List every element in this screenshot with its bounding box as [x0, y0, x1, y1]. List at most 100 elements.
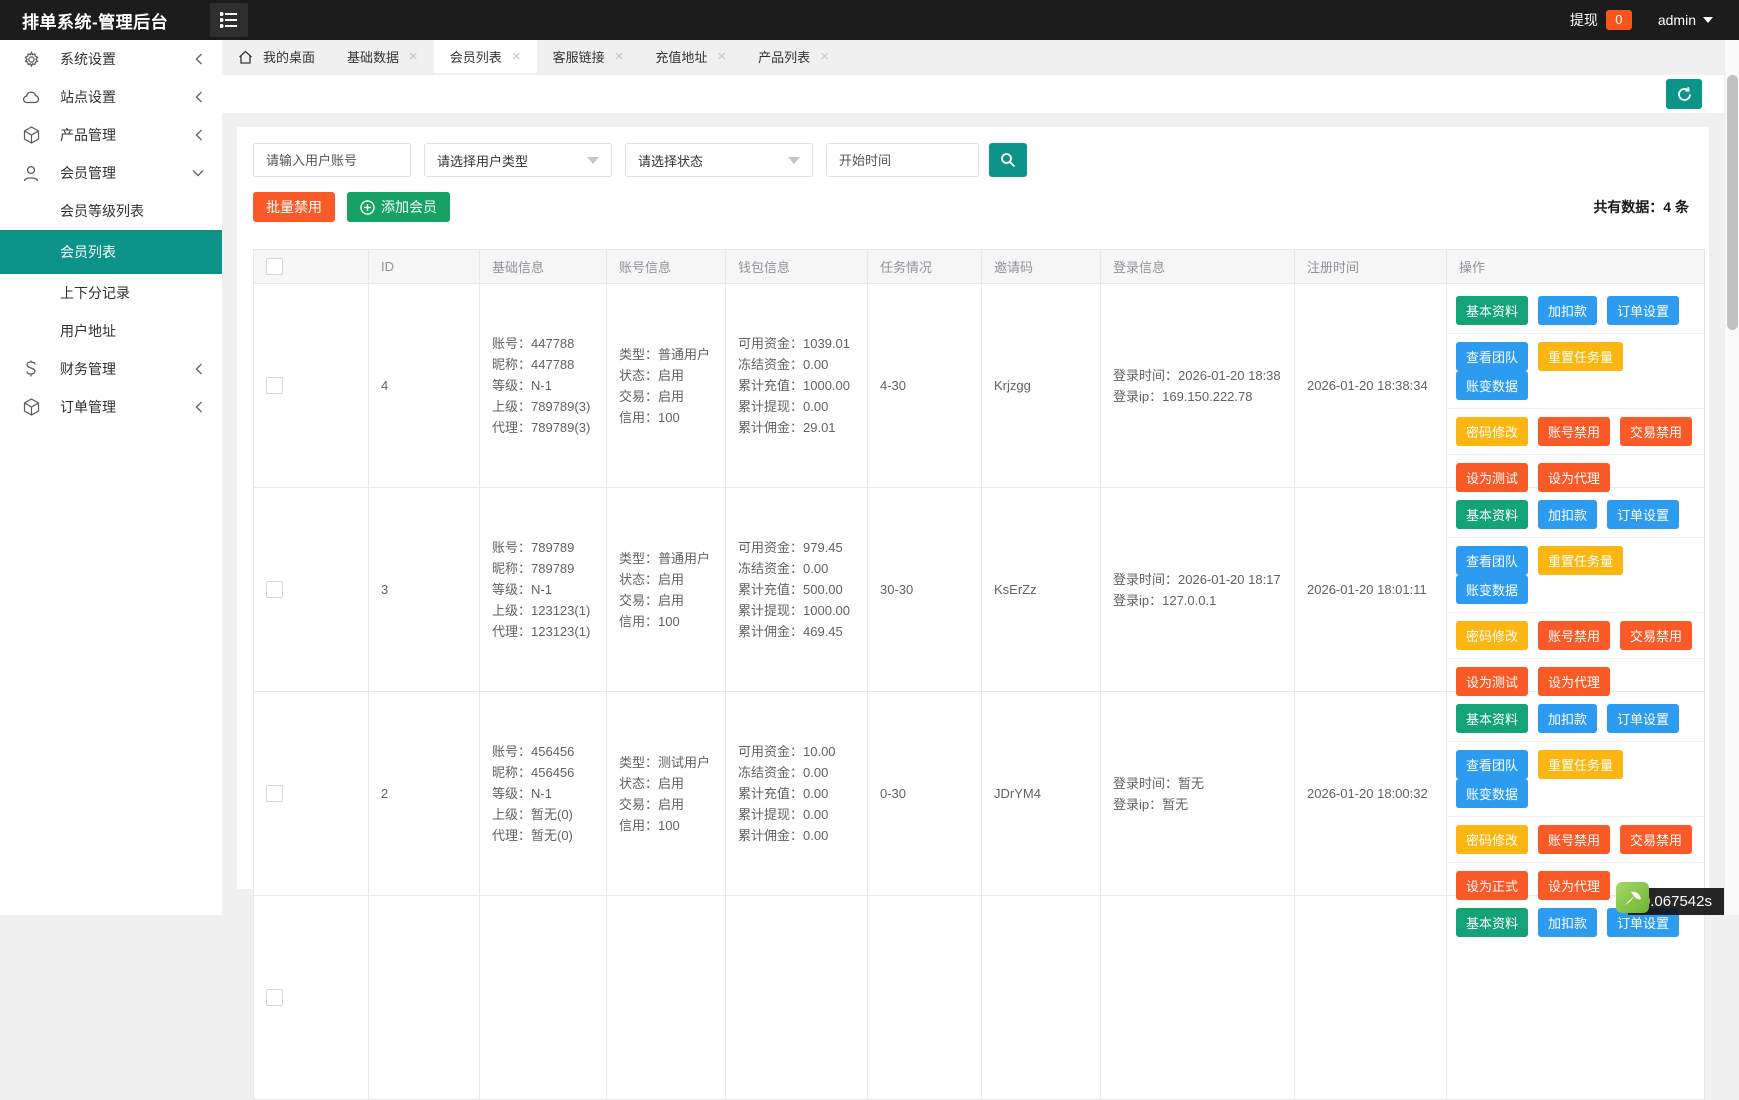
sidebar-item-label: 产品管理	[60, 125, 116, 145]
batch-disable-button[interactable]: 批量禁用	[253, 192, 335, 222]
close-icon[interactable]: ×	[409, 48, 418, 65]
user-menu[interactable]: admin	[1658, 12, 1713, 28]
action-group: 查看团队重置任务量账变数据	[1447, 538, 1704, 613]
tab-item[interactable]: 我的桌面	[222, 40, 331, 73]
sidebar-item[interactable]: 会员管理	[0, 154, 222, 192]
tab-active[interactable]: 会员列表×	[434, 40, 537, 73]
sidebar-item[interactable]: 订单管理	[0, 388, 222, 426]
action-button[interactable]: 密码修改	[1456, 621, 1528, 650]
action-button[interactable]: 查看团队	[1456, 750, 1528, 779]
hamburger-menu-icon[interactable]	[210, 3, 248, 37]
add-member-button[interactable]: 添加会员	[347, 192, 450, 222]
close-icon[interactable]: ×	[615, 48, 624, 65]
action-button[interactable]: 加扣款	[1538, 704, 1597, 733]
action-button[interactable]: 基本资料	[1456, 908, 1528, 937]
action-button[interactable]: 账变数据	[1456, 779, 1528, 808]
action-button[interactable]: 基本资料	[1456, 704, 1528, 733]
search-button[interactable]	[989, 143, 1027, 177]
tab-label: 充值地址	[655, 47, 707, 66]
row-checkbox[interactable]	[266, 989, 283, 1006]
action-button[interactable]: 订单设置	[1607, 500, 1679, 529]
dollar-icon	[22, 360, 40, 378]
toolbar-strip	[222, 75, 1724, 113]
action-button[interactable]: 账号禁用	[1538, 621, 1610, 650]
debug-leaf-icon[interactable]	[1616, 882, 1649, 913]
info-line: 可用资金：979.45	[738, 537, 850, 558]
action-button[interactable]: 查看团队	[1456, 546, 1528, 575]
tab-label: 我的桌面	[263, 47, 315, 66]
registered-time-cell: 2026-01-20 18:38:34	[1294, 284, 1446, 487]
info-line: 登录ip：127.0.0.1	[1113, 590, 1281, 611]
info-line: 等级：N-1	[492, 783, 574, 804]
action-button[interactable]: 交易禁用	[1620, 417, 1692, 446]
tab-label: 产品列表	[758, 47, 810, 66]
action-button[interactable]: 密码修改	[1456, 417, 1528, 446]
tab-item[interactable]: 产品列表 ×	[742, 40, 845, 73]
sidebar-item[interactable]: 产品管理	[0, 116, 222, 154]
chevron-left-icon	[194, 363, 204, 375]
info-line: 冻结资金：0.00	[738, 558, 850, 579]
action-button[interactable]: 加扣款	[1538, 908, 1597, 937]
task-cell: 0-30	[867, 692, 981, 895]
close-icon[interactable]: ×	[820, 48, 829, 65]
action-button[interactable]: 查看团队	[1456, 342, 1528, 371]
withdraw-menu[interactable]: 提现 0	[1570, 10, 1632, 30]
sidebar-subitem[interactable]: 上下分记录	[0, 274, 222, 312]
action-button[interactable]: 重置任务量	[1538, 546, 1623, 575]
tab-item[interactable]: 充值地址 ×	[639, 40, 742, 73]
action-button[interactable]: 基本资料	[1456, 500, 1528, 529]
info-line: 交易：启用	[619, 590, 710, 611]
action-group: 基本资料加扣款订单设置	[1447, 696, 1704, 742]
refresh-icon[interactable]	[1666, 79, 1702, 109]
info-line: 昵称：456456	[492, 762, 574, 783]
start-time-input[interactable]	[826, 143, 979, 177]
vertical-scrollbar[interactable]	[1724, 40, 1739, 915]
sidebar-subitem[interactable]: 会员列表	[0, 230, 222, 274]
action-button[interactable]: 密码修改	[1456, 825, 1528, 854]
status-select[interactable]: 请选择状态	[625, 143, 813, 177]
info-line: 累计佣金：469.45	[738, 621, 850, 642]
account-search-input[interactable]	[253, 143, 411, 177]
actions-cell: 基本资料加扣款订单设置	[1446, 896, 1704, 1099]
tab-item[interactable]: 基础数据×	[331, 40, 434, 73]
action-button[interactable]: 订单设置	[1607, 704, 1679, 733]
action-button[interactable]: 账变数据	[1456, 575, 1528, 604]
action-button[interactable]: 加扣款	[1538, 500, 1597, 529]
action-button[interactable]: 重置任务量	[1538, 750, 1623, 779]
sidebar-subitem[interactable]: 用户地址	[0, 312, 222, 350]
wallet-info-cell: 可用资金：1039.01冻结资金：0.00累计充值：1000.00累计提现：0.…	[725, 284, 867, 487]
login-info-cell: 登录时间：2026-01-20 18:17登录ip：127.0.0.1	[1100, 488, 1294, 691]
close-icon[interactable]: ×	[512, 48, 521, 65]
action-button[interactable]: 账变数据	[1456, 371, 1528, 400]
sidebar-subitem[interactable]: 会员等级列表	[0, 192, 222, 230]
sidebar-item[interactable]: 系统设置	[0, 40, 222, 78]
sidebar-item[interactable]: 站点设置	[0, 78, 222, 116]
header-cell: 登录信息	[1100, 250, 1294, 283]
chevron-left-icon	[194, 129, 204, 141]
close-icon[interactable]: ×	[717, 48, 726, 65]
action-button[interactable]: 加扣款	[1538, 296, 1597, 325]
action-button[interactable]: 基本资料	[1456, 296, 1528, 325]
action-button[interactable]: 交易禁用	[1620, 825, 1692, 854]
action-button[interactable]: 账号禁用	[1538, 825, 1610, 854]
info-line: 累计提现：0.00	[738, 396, 850, 417]
login-info-cell	[1100, 896, 1294, 1099]
action-group: 查看团队重置任务量账变数据	[1447, 334, 1704, 409]
plus-circle-icon	[360, 200, 375, 215]
id-cell	[368, 896, 479, 1099]
info-line: 账号：789789	[492, 537, 590, 558]
row-checkbox[interactable]	[266, 785, 283, 802]
info-line: 上级：123123(1)	[492, 600, 590, 621]
row-checkbox[interactable]	[266, 581, 283, 598]
scrollbar-thumb[interactable]	[1727, 75, 1738, 330]
action-button[interactable]: 订单设置	[1607, 296, 1679, 325]
row-checkbox[interactable]	[266, 377, 283, 394]
action-button[interactable]: 重置任务量	[1538, 342, 1623, 371]
action-button[interactable]: 账号禁用	[1538, 417, 1610, 446]
select-all-checkbox[interactable]	[266, 258, 283, 275]
user-type-select[interactable]: 请选择用户类型	[424, 143, 612, 177]
tab-item[interactable]: 客服链接×	[537, 40, 640, 73]
sidebar-item[interactable]: 财务管理	[0, 350, 222, 388]
sidebar-item-label: 站点设置	[60, 87, 116, 107]
action-button[interactable]: 交易禁用	[1620, 621, 1692, 650]
